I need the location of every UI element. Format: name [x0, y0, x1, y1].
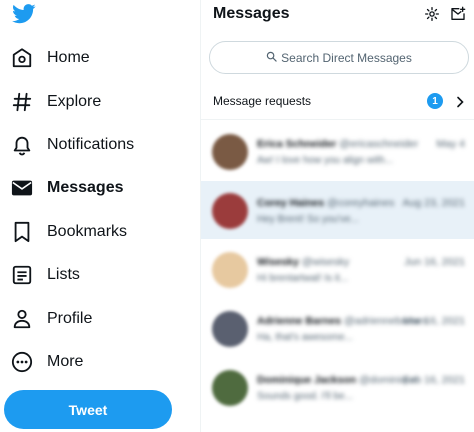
sidebar-item-explore[interactable]: Explore — [0, 82, 195, 122]
sidebar-item-messages[interactable]: Messages — [0, 168, 195, 208]
conversation-item[interactable]: Dominique Jackson @dominique Feb 16, 2021… — [201, 358, 474, 416]
home-icon — [10, 46, 34, 70]
conversation-item[interactable]: Wisesky @wisesky Jun 16, 2021 Hi brentartw… — [201, 240, 474, 298]
conversation-handle: @wisesky — [301, 256, 350, 268]
message-requests-count-badge: 1 — [427, 93, 443, 109]
chevron-right-icon — [454, 95, 466, 108]
conversation-name: Adrienne Barnes — [257, 315, 342, 327]
conversation-preview: Hi brentartwal! Is it... — [257, 273, 349, 284]
conversation-preview: Sounds good. I'll be... — [257, 391, 353, 402]
sidebar-item-bookmarks[interactable]: Bookmarks — [0, 212, 195, 252]
envelope-icon — [10, 176, 34, 200]
tweet-button-label: Tweet — [68, 401, 108, 418]
search-placeholder: Search Direct Messages — [281, 50, 412, 65]
conversation-item[interactable]: Adrienne Barnes @adriennebarnes Mar 16, 2… — [201, 299, 474, 357]
conversation-header: Erica Schneider @ericaschneider May 4 — [257, 136, 465, 152]
list-icon — [10, 263, 34, 287]
avatar — [212, 193, 248, 229]
message-requests-label: Message requests — [213, 94, 312, 108]
bookmark-icon — [10, 220, 34, 244]
conversation-name: Dominique Jackson — [257, 374, 357, 386]
messages-pane: Messages Search Direct Messages Message … — [201, 0, 474, 432]
page-title: Messages — [213, 5, 290, 22]
conversation-date: Jun 16, 2021 — [404, 256, 465, 268]
sidebar-item-label: Profile — [47, 310, 93, 327]
search-icon — [266, 49, 277, 67]
more-circle-icon — [10, 350, 34, 374]
hashtag-icon — [10, 90, 34, 114]
avatar — [212, 311, 248, 347]
conversation-date: Mar 16, 2021 — [403, 315, 465, 327]
sidebar-item-more[interactable]: More — [0, 342, 195, 382]
twitter-bird-icon[interactable] — [12, 4, 36, 24]
conversation-header: Corey Haines @coreyhaines Aug 23, 2021 — [257, 195, 465, 211]
section-divider — [201, 119, 474, 120]
avatar — [212, 252, 248, 288]
sidebar-item-profile[interactable]: Profile — [0, 299, 195, 339]
left-sidebar: Home Explore Notifications Messages Book… — [0, 0, 200, 432]
sidebar-item-label: Lists — [47, 266, 80, 283]
conversation-item[interactable]: Corey Haines @coreyhaines Aug 23, 2021 Hey… — [201, 181, 474, 239]
sidebar-item-label: Notifications — [47, 136, 135, 153]
conversation-handle: @coreyhaines — [327, 197, 395, 209]
conversation-header: Wisesky @wisesky Jun 16, 2021 — [257, 254, 465, 270]
sidebar-item-label: Home — [47, 49, 90, 66]
search-input[interactable]: Search Direct Messages — [209, 41, 469, 74]
avatar — [212, 134, 248, 170]
sidebar-item-label: Messages — [47, 179, 124, 196]
conversation-date: May 4 — [436, 138, 465, 150]
conversation-header: Adrienne Barnes @adriennebarnes Mar 16, 2… — [257, 313, 465, 329]
compose-mail-icon[interactable] — [449, 5, 467, 23]
sidebar-item-notifications[interactable]: Notifications — [0, 125, 195, 165]
conversation-preview: Hey Brent! So you've... — [257, 214, 359, 225]
avatar — [212, 370, 248, 406]
person-icon — [10, 307, 34, 331]
conversation-header: Dominique Jackson @dominique Feb 16, 2021 — [257, 372, 465, 388]
conversation-preview: Aw! I love how you align with... — [257, 155, 393, 166]
sidebar-item-label: More — [47, 353, 84, 370]
gear-icon[interactable] — [423, 5, 441, 23]
conversation-name: Wisesky — [257, 256, 299, 268]
bell-icon — [10, 133, 34, 157]
conversation-handle: @ericaschneider — [339, 138, 419, 150]
conversation-item[interactable]: Erica Schneider @ericaschneider May 4 Aw! … — [201, 122, 474, 180]
sidebar-item-label: Explore — [47, 93, 102, 110]
conversation-name: Erica Schneider — [257, 138, 337, 150]
conversation-preview: Ha, that's awesome... — [257, 332, 353, 343]
message-requests-row[interactable]: Message requests 1 — [201, 84, 474, 118]
sidebar-item-label: Bookmarks — [47, 223, 128, 240]
conversation-name: Corey Haines — [257, 197, 325, 209]
tweet-button[interactable]: Tweet — [4, 390, 172, 429]
sidebar-item-home[interactable]: Home — [0, 38, 195, 78]
conversation-date: Feb 16, 2021 — [403, 374, 465, 386]
sidebar-item-lists[interactable]: Lists — [0, 255, 195, 295]
conversation-date: Aug 23, 2021 — [402, 197, 465, 209]
